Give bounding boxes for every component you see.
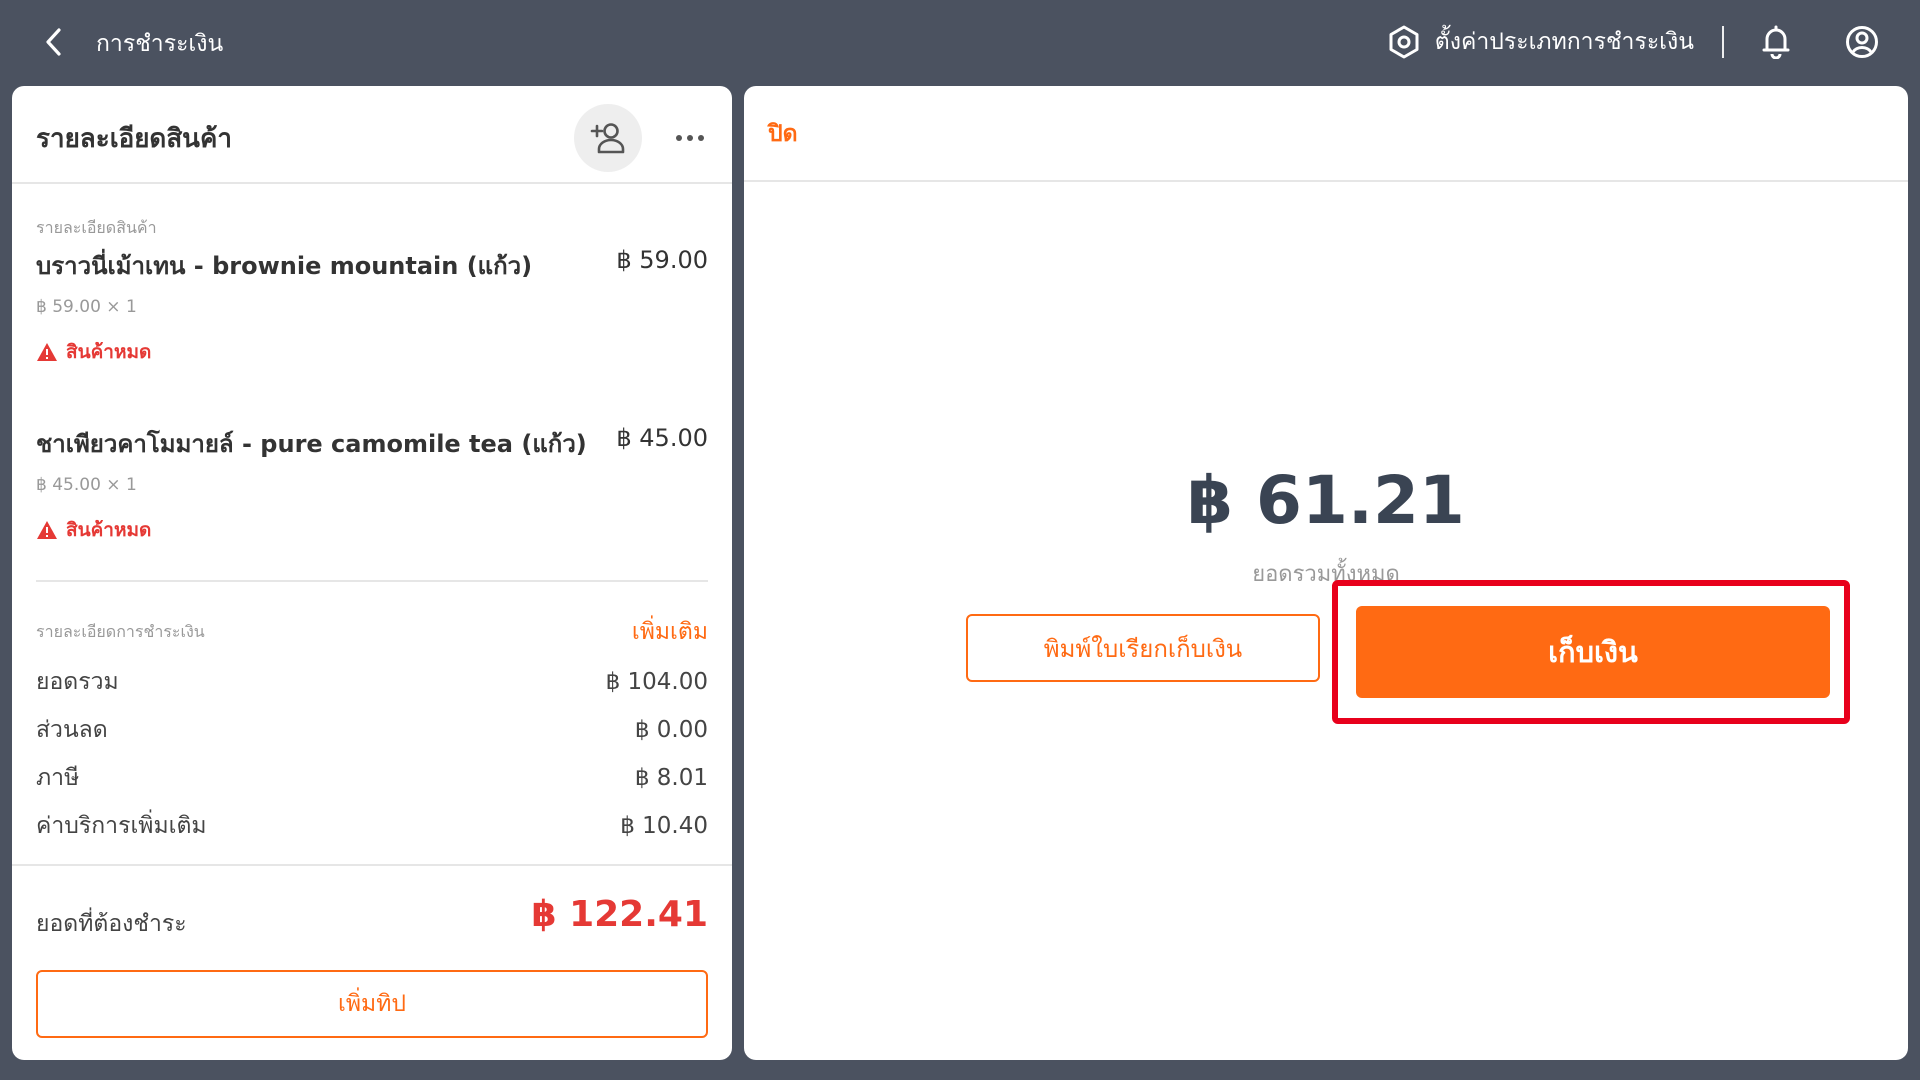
- summary-row-subtotal: ยอดรวม ฿ 104.00: [36, 664, 708, 700]
- collect-payment-button[interactable]: เก็บเงิน: [1356, 606, 1830, 698]
- item-unit-qty: ฿ 59.00 × 1: [36, 297, 137, 317]
- summary-label: ค่าบริการเพิ่มเติม: [36, 813, 207, 839]
- hexagon-settings-icon: [1389, 25, 1419, 59]
- section-divider: [36, 580, 708, 582]
- add-tip-button[interactable]: เพิ่มทิป: [36, 970, 708, 1038]
- payment-section-label: รายละเอียดการชำระเงิน: [36, 621, 205, 641]
- add-more-link[interactable]: เพิ่มเติม: [632, 614, 708, 650]
- warning-text: สินค้าหมด: [66, 519, 152, 541]
- items-section-label: รายละเอียดสินค้า: [36, 218, 157, 237]
- notifications-button[interactable]: [1754, 20, 1798, 64]
- order-details-title: รายละเอียดสินค้า: [36, 124, 232, 154]
- summary-value: ฿ 8.01: [634, 765, 708, 791]
- add-customer-button[interactable]: [574, 104, 642, 172]
- more-dots-icon: [676, 135, 704, 141]
- out-of-stock-warning: สินค้าหมด: [36, 515, 708, 545]
- warning-triangle-icon: [37, 521, 57, 539]
- page-title: การชำระเงิน: [96, 31, 224, 57]
- item-unit-qty: ฿ 45.00 × 1: [36, 475, 137, 495]
- order-details-panel: รายละเอียดสินค้า รายละเอียดสินค้า บราวนี…: [12, 86, 732, 1060]
- checkout-header: ปิด: [744, 86, 1908, 182]
- amount-due-label: ยอดที่ต้องชำระ: [36, 911, 187, 937]
- summary-row-tax: ภาษี ฿ 8.01: [36, 760, 708, 796]
- amount-due-value: ฿ 122.41: [531, 894, 708, 935]
- summary-value: ฿ 10.40: [620, 813, 708, 839]
- grand-total-amount: ฿ 61.21: [1187, 462, 1465, 539]
- account-button[interactable]: [1840, 20, 1884, 64]
- add-person-icon: [590, 123, 625, 154]
- topbar-divider: [1722, 26, 1724, 58]
- chevron-left-icon: [46, 28, 61, 56]
- topbar-actions: ตั้งค่าประเภทการชำระเงิน: [1387, 18, 1884, 66]
- grand-total-label: ยอดรวมทั้งหมด: [1252, 562, 1400, 587]
- summary-label: ภาษี: [36, 765, 80, 791]
- list-item[interactable]: บราวนี่เม้าเทน - brownie mountain (แก้ว)…: [36, 246, 708, 367]
- payment-details-header: รายละเอียดการชำระเงิน เพิ่มเติม: [36, 614, 708, 650]
- out-of-stock-warning: สินค้าหมด: [36, 337, 708, 367]
- summary-value: ฿ 104.00: [605, 669, 708, 695]
- more-options-button[interactable]: [668, 116, 712, 160]
- print-bill-button[interactable]: พิมพ์ใบเรียกเก็บเงิน: [966, 614, 1320, 682]
- checkout-panel: ปิด ฿ 61.21 ยอดรวมทั้งหมด พิมพ์ใบเรียกเก…: [744, 86, 1908, 1060]
- back-button[interactable]: [34, 22, 74, 62]
- payment-type-settings-link[interactable]: ตั้งค่าประเภทการชำระเงิน: [1387, 24, 1694, 60]
- summary-value: ฿ 0.00: [634, 717, 708, 743]
- user-circle-icon: [1846, 26, 1878, 58]
- bottom-strip: [0, 1066, 1920, 1080]
- close-button[interactable]: ปิด: [768, 116, 798, 152]
- warning-triangle-icon: [37, 343, 57, 361]
- summary-label: ยอดรวม: [36, 669, 119, 695]
- item-name: ชาเพียวคาโมมายล์ - pure camomile tea (แก…: [36, 430, 587, 458]
- summary-row-discount: ส่วนลด ฿ 0.00: [36, 712, 708, 748]
- bell-icon: [1762, 25, 1790, 59]
- settings-label: ตั้งค่าประเภทการชำระเงิน: [1434, 29, 1694, 55]
- order-details-header: รายละเอียดสินค้า: [12, 86, 732, 184]
- item-name: บราวนี่เม้าเทน - brownie mountain (แก้ว): [36, 252, 533, 280]
- summary-row-service-charge: ค่าบริการเพิ่มเติม ฿ 10.40: [36, 808, 708, 844]
- footer-divider: [12, 864, 732, 866]
- items-section-label-wrap: รายละเอียดสินค้า: [36, 216, 708, 241]
- item-price: ฿ 45.00: [616, 424, 708, 452]
- warning-text: สินค้าหมด: [66, 341, 152, 363]
- list-item[interactable]: ชาเพียวคาโมมายล์ - pure camomile tea (แก…: [36, 424, 708, 545]
- item-price: ฿ 59.00: [616, 246, 708, 274]
- summary-label: ส่วนลด: [36, 717, 108, 743]
- top-bar: การชำระเงิน ตั้งค่าประเภทการชำระเงิน: [0, 0, 1920, 84]
